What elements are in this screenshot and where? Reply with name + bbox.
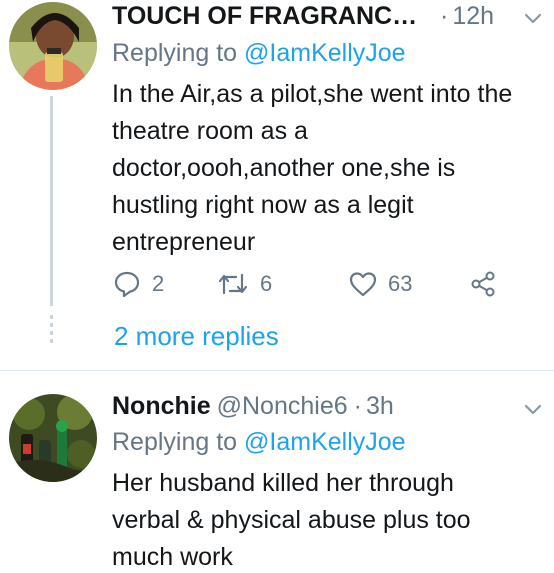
tweet-text-line: entrepreneur — [112, 228, 256, 256]
user-handle[interactable]: @Nonchie6 — [217, 391, 348, 421]
thread-line — [50, 96, 53, 306]
share-button[interactable] — [468, 267, 498, 301]
chevron-down-icon[interactable] — [520, 5, 546, 31]
tweet-text-line: theatre room as a — [112, 117, 308, 145]
tweet-text-line: hustling right now as a legit — [112, 191, 414, 219]
reply-icon — [112, 269, 142, 299]
reply-count: 2 — [152, 271, 165, 296]
timestamp[interactable]: 3h — [366, 391, 394, 421]
avatar-image — [9, 394, 97, 482]
more-replies-link[interactable]: 2 more replies — [114, 320, 279, 352]
separator-dot: · — [353, 392, 362, 420]
action-bar: 2 6 63 — [112, 267, 512, 301]
tweet-text-line: In the Air,as a pilot,she went into the — [112, 80, 513, 108]
tweet-text-line: Her husband killed her through — [112, 469, 454, 497]
replying-to: Replying to @IamKellyJoe — [112, 38, 406, 68]
retweet-count: 6 — [260, 271, 273, 296]
replying-prefix: Replying to — [112, 39, 238, 67]
thread-dots — [50, 315, 53, 345]
avatar-image — [9, 2, 97, 90]
share-icon — [468, 269, 498, 299]
replying-to: Replying to @IamKellyJoe — [112, 427, 406, 457]
avatar[interactable] — [9, 2, 97, 90]
separator-dot: · — [440, 2, 449, 30]
replying-prefix: Replying to — [112, 428, 238, 456]
tweet-text: In the Air,as a pilot,she went into the … — [112, 76, 552, 261]
tweet-card[interactable]: Nonchie @Nonchie6 · 3h Replying to @IamK… — [0, 371, 554, 573]
tweet-header: Nonchie @Nonchie6 · 3h — [112, 391, 554, 421]
like-button[interactable]: 63 — [348, 267, 412, 301]
mention-link[interactable]: @IamKellyJoe — [244, 428, 406, 456]
display-name[interactable]: Nonchie — [112, 391, 211, 421]
tweet-text: Her husband killed her through verbal & … — [112, 465, 552, 573]
reply-button[interactable]: 2 — [112, 267, 164, 301]
tweet-text-line: verbal & physical abuse plus too — [112, 506, 471, 534]
retweet-icon — [216, 269, 250, 299]
like-count: 63 — [388, 271, 413, 296]
display-name[interactable]: TOUCH OF FRAGRANCE ... — [112, 1, 432, 31]
tweet-header: TOUCH OF FRAGRANCE ... · 12h — [112, 1, 554, 31]
timestamp[interactable]: 12h — [452, 1, 494, 31]
tweet-card[interactable]: TOUCH OF FRAGRANCE ... · 12h Replying to… — [0, 0, 554, 370]
retweet-button[interactable]: 6 — [216, 267, 272, 301]
mention-link[interactable]: @IamKellyJoe — [244, 39, 406, 67]
heart-icon — [348, 269, 378, 299]
tweet-text-line: much work — [112, 543, 233, 571]
avatar[interactable] — [9, 394, 97, 482]
tweet-text-line: doctor,oooh,another one,she is — [112, 154, 456, 182]
